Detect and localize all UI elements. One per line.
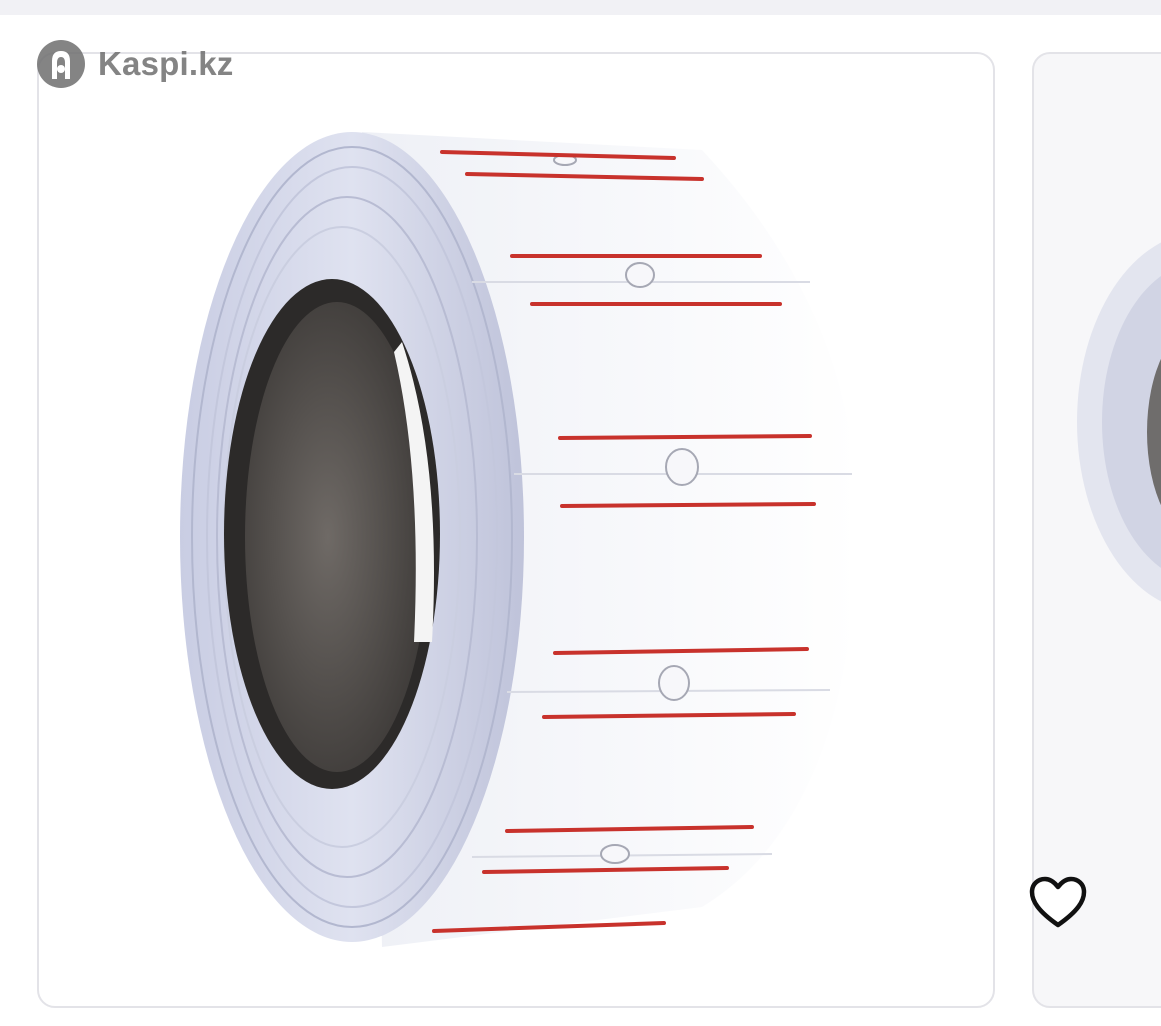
- kaspi-logo-icon: [37, 40, 85, 88]
- kaspi-watermark: Kaspi.kz: [36, 39, 234, 89]
- brand-name: Kaspi.kz: [98, 45, 234, 82]
- next-image-card[interactable]: [1032, 52, 1161, 1008]
- product-photo: [180, 132, 859, 947]
- heart-outline-icon: [1029, 876, 1087, 928]
- favorite-button[interactable]: [1025, 870, 1091, 936]
- label-red-line: [558, 434, 812, 440]
- label-red-line: [560, 502, 816, 508]
- product-image-card[interactable]: [37, 52, 995, 1008]
- top-bar: [0, 0, 1161, 15]
- next-product-photo: [1077, 242, 1161, 602]
